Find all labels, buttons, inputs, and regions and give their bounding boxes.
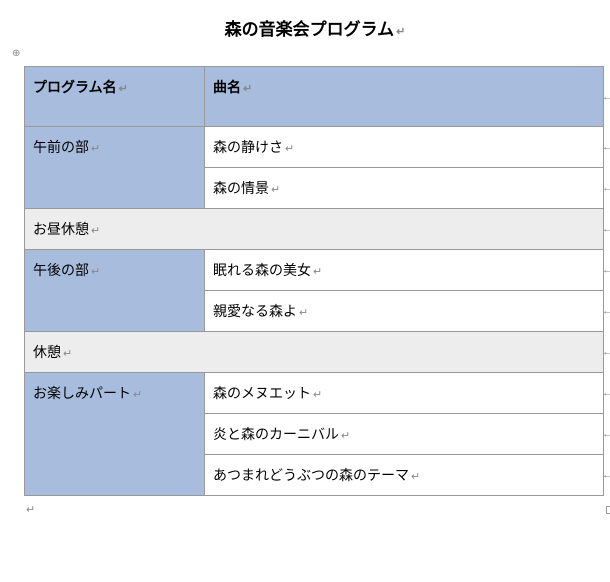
program-table: プログラム名↵ ← 曲名↵ ← 午前の部↵ 森の静けさ↵ ← [24, 66, 604, 496]
song-cell: 森の情景↵ ← [205, 168, 604, 209]
song-cell: 森のメヌエット↵ ← [205, 373, 604, 414]
return-mark: ↵ [396, 26, 405, 38]
page-title: 森の音楽会プログラム↵ [10, 15, 610, 40]
song-cell: 森の静けさ↵ ← [205, 127, 604, 168]
header-row: プログラム名↵ ← 曲名↵ ← [25, 67, 604, 127]
header-program: プログラム名↵ ← [25, 67, 205, 127]
song-cell: 眠れる森の美女↵ ← [205, 250, 604, 291]
table-row: 午後の部↵ 眠れる森の美女↵ ← [25, 250, 604, 291]
table-row: お楽しみパート↵ 森のメヌエット↵ ← [25, 373, 604, 414]
paragraph-mark: ↵ [24, 500, 610, 518]
break-cell: お昼休憩↵ ← [25, 209, 604, 250]
song-cell: あつまれどうぶつの森のテーマ↵ ← [205, 455, 604, 496]
program-cell: 午前の部↵ [25, 127, 205, 209]
break-row: お昼休憩↵ ← [25, 209, 604, 250]
break-row: 休憩↵ ← [25, 332, 604, 373]
song-cell: 炎と森のカーニバル↵ ← [205, 414, 604, 455]
header-song: 曲名↵ ← [205, 67, 604, 127]
table-anchor-icon: ⊕ [12, 48, 20, 59]
break-cell: 休憩↵ ← [25, 332, 604, 373]
table-row: 午前の部↵ 森の静けさ↵ ← [25, 127, 604, 168]
song-cell: 親愛なる森よ↵ ← [205, 291, 604, 332]
resize-handle-icon [606, 506, 610, 514]
program-cell: お楽しみパート↵ [25, 373, 205, 496]
program-cell: 午後の部↵ [25, 250, 205, 332]
